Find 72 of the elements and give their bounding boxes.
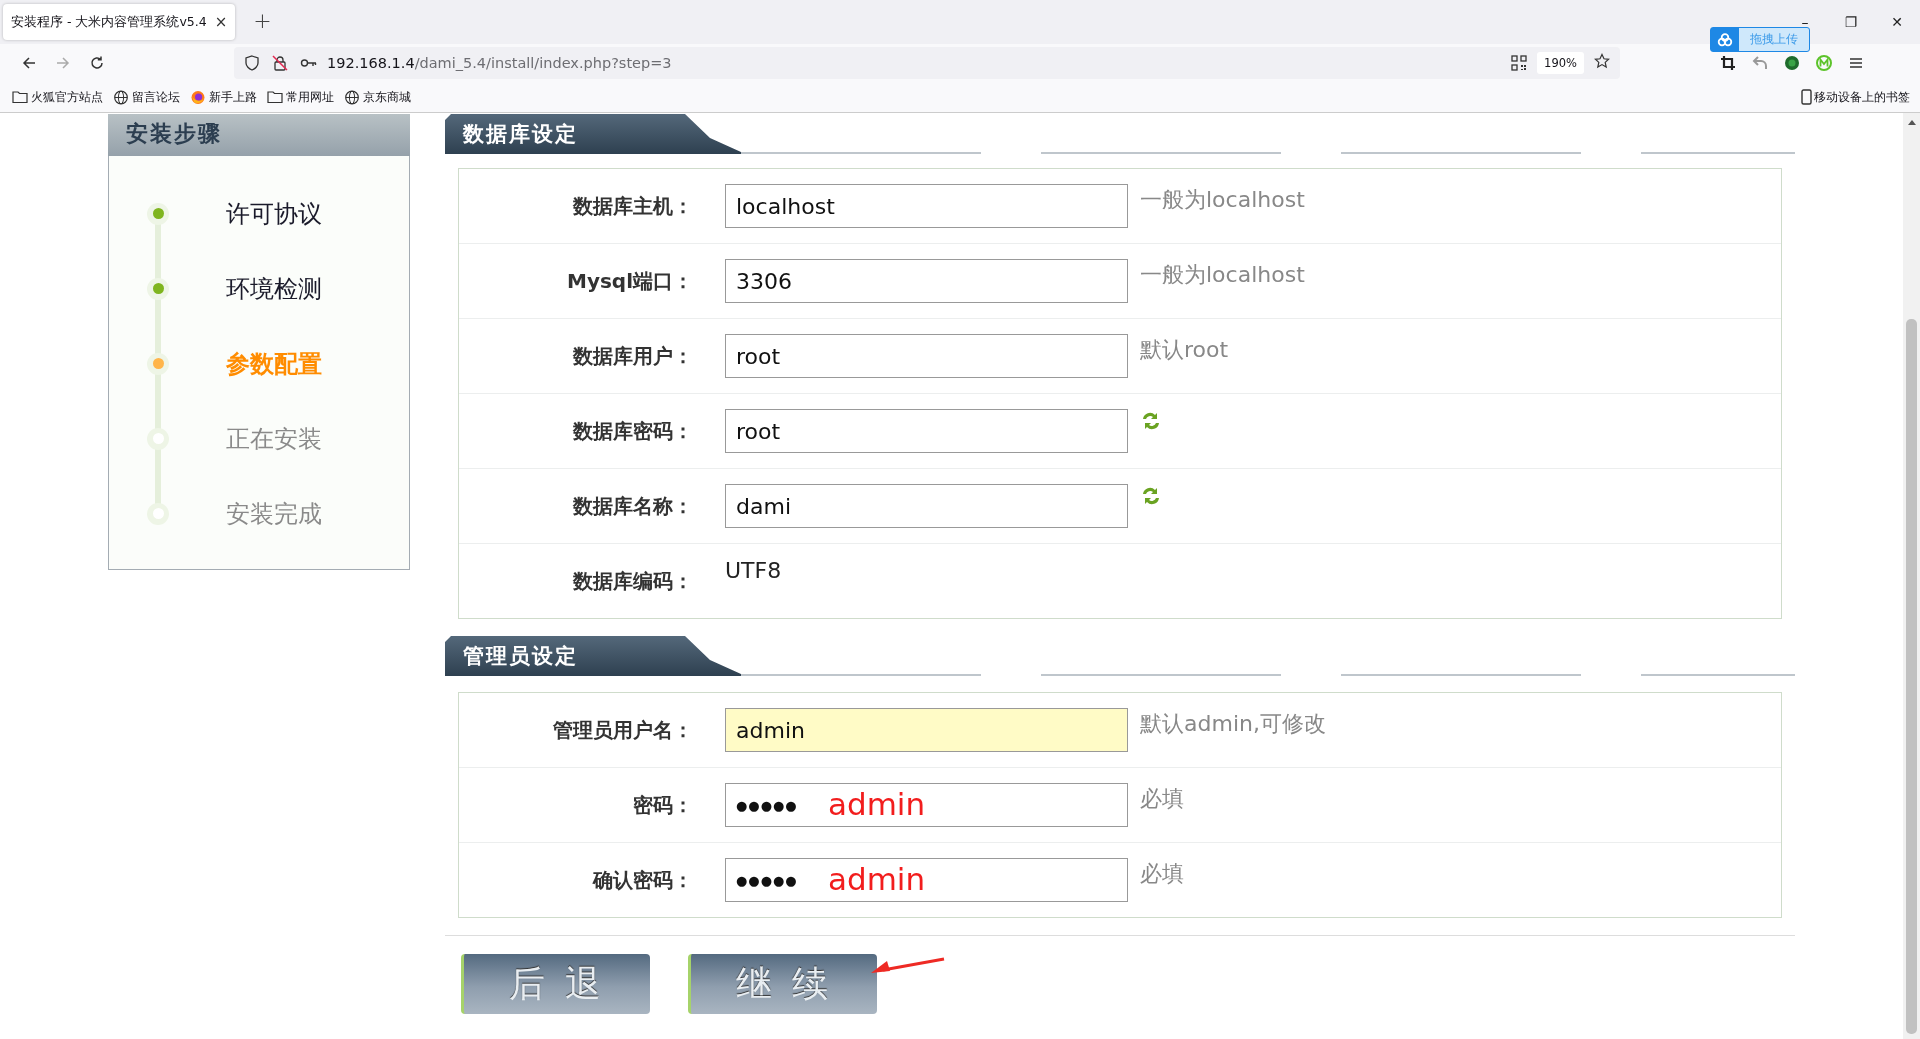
bookmark-link[interactable]: 新手上路 xyxy=(190,88,257,106)
scrollbar-thumb[interactable] xyxy=(1906,319,1917,1034)
input-field[interactable]: root xyxy=(725,409,1128,453)
field-hint: 默认root xyxy=(1140,336,1229,364)
globe-icon xyxy=(113,89,129,105)
crop-icon xyxy=(1720,55,1736,71)
globe-icon xyxy=(344,89,360,105)
scroll-up-icon[interactable] xyxy=(1907,119,1917,126)
bookmark-link[interactable]: 留言论坛 xyxy=(113,88,180,106)
field-label: 数据库密码： xyxy=(572,417,693,445)
field-value: UTF8 xyxy=(725,558,782,583)
phone-icon xyxy=(1799,89,1812,105)
undo-icon xyxy=(1752,55,1768,71)
step-label: 许可协议 xyxy=(226,198,322,230)
menu-icon xyxy=(1848,55,1864,71)
field-label: 数据库主机： xyxy=(572,192,693,220)
annotation-text: admin xyxy=(828,861,926,897)
forward-icon xyxy=(55,55,71,71)
field-hint: 必填 xyxy=(1140,785,1184,813)
back-icon xyxy=(21,55,37,71)
field-label: 确认密码： xyxy=(591,866,693,894)
input-field[interactable]: admin xyxy=(725,708,1128,752)
tab-title: 安装程序 - 大米内容管理系统v5.4 xyxy=(11,13,207,31)
field-hint: 必填 xyxy=(1140,860,1184,888)
shield-icon xyxy=(244,55,260,71)
close-window-button[interactable]: ✕ xyxy=(1874,0,1920,44)
field-label: 数据库用户： xyxy=(572,342,693,370)
bookmark-link[interactable]: 火狐官方站点 xyxy=(12,88,103,106)
field-label: 密码： xyxy=(632,791,693,819)
folder-icon xyxy=(267,89,283,105)
field-label: 数据库名称： xyxy=(572,492,693,520)
field-label: Mysql端口： xyxy=(566,267,693,295)
password-field[interactable]: ●●●●● admin xyxy=(725,783,1128,827)
step-label: 安装完成 xyxy=(226,498,322,530)
zoom-level-button[interactable]: 190% xyxy=(1537,52,1584,74)
input-field[interactable]: dami xyxy=(725,484,1128,528)
field-label: 管理员用户名： xyxy=(552,716,693,744)
step-label: 环境检测 xyxy=(226,273,322,305)
bookmark-link[interactable]: 京东商城 xyxy=(344,88,411,106)
cloud-icon xyxy=(1717,32,1733,47)
folder-icon xyxy=(12,89,28,105)
browser-tab[interactable]: 安装程序 - 大米内容管理系统v5.4 × xyxy=(3,4,236,40)
address-bar[interactable]: 192.168.1.4/dami_5.4/install/index.php?step=3 190% xyxy=(234,47,1620,79)
section-title: 数据库设定 xyxy=(445,114,741,154)
sidebar-title: 安装步骤 xyxy=(108,114,410,156)
reload-icon xyxy=(89,55,105,71)
password-field[interactable]: ●●●●● admin xyxy=(725,858,1128,902)
lock-icon xyxy=(272,55,288,71)
input-field[interactable]: 3306 xyxy=(725,259,1128,303)
field-hint: 一般为localhost xyxy=(1140,186,1305,214)
annotation-text: admin xyxy=(828,786,926,822)
extension-icon xyxy=(1784,55,1800,71)
star-icon xyxy=(1594,53,1610,69)
restore-button[interactable]: ❐ xyxy=(1828,0,1874,44)
bookmark-link[interactable]: 常用网址 xyxy=(267,88,334,106)
field-hint: 一般为localhost xyxy=(1140,261,1305,289)
step-label: 正在安装 xyxy=(226,423,322,455)
new-tab-button[interactable]: + xyxy=(253,8,272,33)
m-extension-icon xyxy=(1816,55,1832,71)
field-hint: 默认admin,可修改 xyxy=(1140,710,1326,738)
input-field[interactable]: root xyxy=(725,334,1128,378)
field-label: 数据库编码： xyxy=(572,567,693,595)
fox-icon xyxy=(190,89,206,105)
section-title: 管理员设定 xyxy=(445,636,741,676)
url-text: 192.168.1.4/dami_5.4/install/index.php?step=3 xyxy=(327,55,673,71)
close-tab-button[interactable]: × xyxy=(214,13,228,31)
qr-code-icon xyxy=(1511,55,1528,71)
step-label: 参数配置 xyxy=(226,348,322,380)
mobile-bookmarks-link[interactable]: 移动设备上的书签 xyxy=(1799,88,1910,106)
refresh-icon[interactable] xyxy=(1140,485,1162,507)
refresh-icon[interactable] xyxy=(1140,410,1162,432)
input-field[interactable]: localhost xyxy=(725,184,1128,228)
